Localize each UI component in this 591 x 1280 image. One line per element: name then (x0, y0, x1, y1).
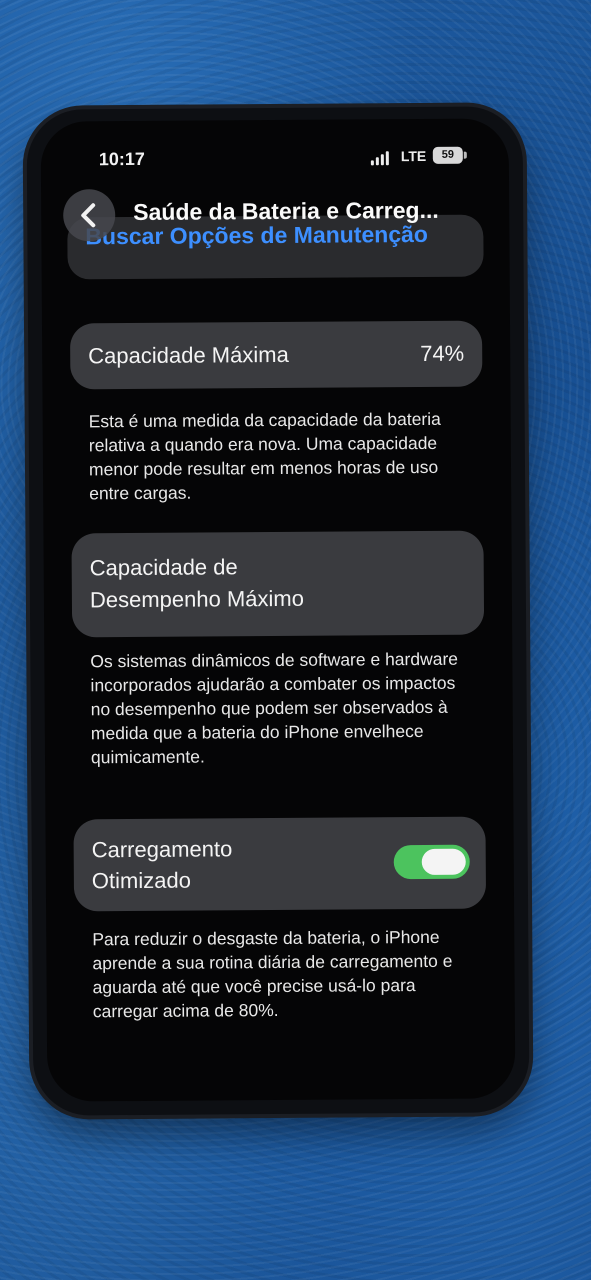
max-capacity-label: Capacidade Máxima (88, 341, 289, 369)
max-capacity-row: Capacidade Máxima 74% (69, 320, 483, 390)
battery-icon: 59 (432, 146, 463, 164)
optimized-charging-label-line1: Carregamento (91, 836, 233, 863)
network-type: LTE (400, 147, 427, 165)
status-bar: 10:17 LTE 59 (41, 138, 509, 171)
peak-performance-description: Os sistemas dinâmicos de software e hard… (90, 648, 459, 768)
cellular-signal-icon (370, 151, 389, 166)
max-capacity-value: 74% (420, 340, 465, 367)
peak-performance-label-line1: Capacidade de (89, 554, 238, 581)
page-title: Saúde da Bateria e Carreg... (133, 196, 439, 226)
navigation-bar: Saúde da Bateria e Carreg... (41, 180, 509, 249)
peak-performance-label-line2: Desempenho Máximo (89, 585, 304, 613)
max-capacity-description: Esta é uma medida da capacidade da bater… (88, 408, 441, 504)
peak-performance-row: Capacidade de Desempenho Máximo (71, 530, 485, 638)
back-button[interactable] (63, 189, 116, 242)
optimized-charging-description: Para reduzir o desgaste da bateria, o iP… (92, 926, 453, 1022)
optimized-charging-row: Carregamento Otimizado (73, 816, 487, 912)
optimized-charging-label-line2: Otimizado (91, 867, 192, 894)
phone-screen: 10:17 LTE 59 Buscar Opções de Manutenção… (40, 118, 516, 1102)
battery-percent: 59 (441, 148, 454, 161)
toggle-knob (421, 848, 466, 876)
optimized-charging-toggle[interactable] (393, 844, 470, 880)
chevron-left-icon (81, 203, 96, 228)
iphone-device: 10:17 LTE 59 Buscar Opções de Manutenção… (26, 106, 530, 1116)
status-time: 10:17 (98, 148, 145, 170)
